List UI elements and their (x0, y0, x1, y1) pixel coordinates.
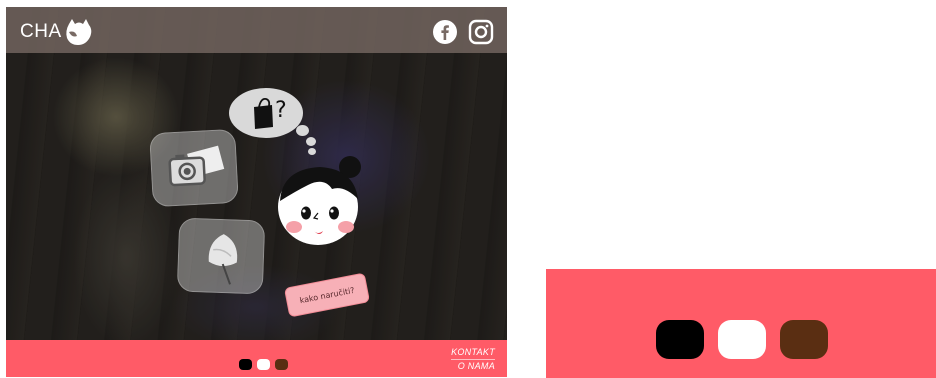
nature-tile-button[interactable] (176, 217, 266, 295)
thought-dot-large (296, 125, 309, 136)
camera-photo-icon (168, 145, 225, 187)
logo-text[interactable]: CHA (20, 21, 62, 43)
order-info-text: kako naručiti? (298, 285, 356, 305)
swatch-white-button[interactable] (257, 359, 270, 370)
gallery-tile-button[interactable] (149, 128, 239, 208)
swatch-brown-large[interactable] (780, 320, 828, 359)
swatch-white-large[interactable] (718, 320, 766, 359)
website-preview: CHA ? kako naručiti? KONTAKT O NAMA (6, 7, 507, 377)
facebook-icon[interactable] (432, 19, 458, 45)
svg-text:?: ? (275, 98, 287, 123)
swatch-brown-button[interactable] (275, 359, 288, 370)
cat-head-icon[interactable] (63, 18, 93, 46)
leaf-icon (208, 234, 238, 285)
thought-dot-small (308, 148, 316, 155)
color-swatch-group-zoomed (656, 320, 828, 359)
footer-links: KONTAKT O NAMA (451, 346, 495, 373)
shopping-bag-question-icon[interactable]: ? (228, 87, 304, 139)
thought-dot-medium (306, 137, 316, 146)
top-bar: CHA (6, 7, 507, 53)
swatch-black-large[interactable] (656, 320, 704, 359)
swatch-black-button[interactable] (239, 359, 252, 370)
contact-link[interactable]: KONTAKT (451, 346, 495, 359)
about-link[interactable]: O NAMA (451, 359, 495, 373)
instagram-icon[interactable] (468, 19, 494, 45)
swatch-zoom-panel (546, 269, 936, 378)
color-swatch-group (239, 359, 288, 371)
footer-bar: KONTAKT O NAMA (6, 340, 507, 377)
girl-face-icon[interactable] (268, 155, 372, 251)
